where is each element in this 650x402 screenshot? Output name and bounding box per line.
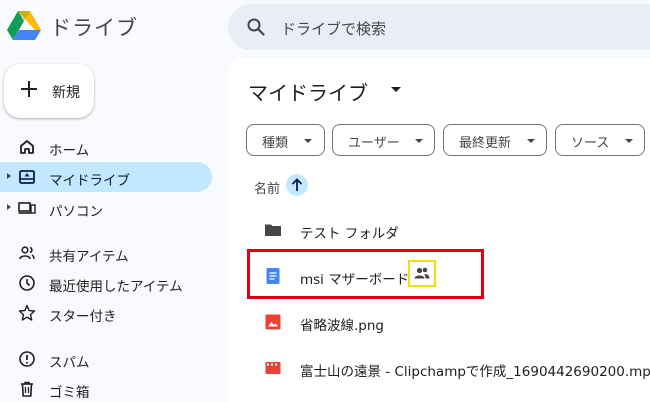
file-name: 省略波線.png [300,318,384,334]
trash-icon [21,381,33,397]
recent-icon [19,275,35,291]
sidebar-item-recent[interactable]: 最近使用したアイテム [0,268,212,298]
chevron-down-icon [415,139,423,143]
computers-icon [18,202,36,214]
sidebar-item-my-drive[interactable]: マイドライブ [0,162,212,192]
sidebar-item-home[interactable]: ホーム [0,132,212,162]
filter-chip-source[interactable]: ソース [555,124,645,156]
page-title[interactable]: マイドライブ [248,77,368,106]
sidebar-item-label: 最近使用したアイテム [49,279,183,295]
file-name: 富士山の遠景 - Clipchampで作成_1690442690200.mp4 [300,364,650,380]
sort-column-name[interactable]: 名前 [254,178,280,197]
file-name: テスト フォルダ [300,226,399,242]
filter-chip-label: ソース [571,136,610,151]
sidebar-item-label: マイドライブ [49,173,130,189]
sidebar-item-label: パソコン [49,204,103,220]
home-icon [20,140,34,154]
chevron-down-icon [304,139,312,143]
sidebar-item-label: スター付き [49,309,117,325]
chevron-down-icon [527,139,535,143]
my-drive-icon [19,170,35,184]
filter-chip-label: ユーザー [348,136,400,151]
filter-chip-label: 種類 [262,136,289,151]
title-dropdown-icon[interactable] [391,87,401,92]
sidebar-item-label: ホーム [49,143,90,159]
sidebar-item-starred[interactable]: スター付き [0,298,212,328]
search-input[interactable]: ドライブで検索 [281,18,386,39]
file-row[interactable]: テスト フォルダ [228,207,650,253]
file-row[interactable]: 富士山の遠景 - Clipchampで作成_1690442690200.mp4 [228,345,650,391]
top-bar: ドライブ ドライブで検索 [0,0,650,54]
sidebar-item-shared[interactable]: 共有アイテム [0,238,212,268]
star-icon [18,304,36,321]
app-title[interactable]: ドライブ [50,12,138,42]
new-button-label: 新規 [52,85,80,101]
drive-logo-icon[interactable] [6,9,42,41]
sidebar-item-spam[interactable]: スパム [0,344,212,374]
sidebar-item-label: スパム [49,355,90,371]
sidebar-item-computers[interactable]: パソコン [0,193,212,223]
image-file-icon [265,314,281,330]
sidebar-item-label: ゴミ箱 [49,385,90,401]
search-icon[interactable] [246,17,266,37]
filter-chip-type[interactable]: 種類 [246,124,325,156]
expand-caret-icon[interactable] [7,173,11,179]
sidebar-item-trash[interactable]: ゴミ箱 [0,374,212,402]
chevron-down-icon [625,139,633,143]
plus-icon [21,81,37,97]
new-button[interactable]: 新規 [4,64,94,118]
expand-caret-icon[interactable] [7,204,11,210]
main-panel: マイドライブ 種類 ユーザー 最終更新 ソース 名前 テスト フォルダ msi … [228,58,650,402]
sort-direction-button[interactable] [286,174,308,196]
arrow-up-icon [291,178,303,191]
search-bar[interactable]: ドライブで検索 [228,4,650,50]
file-row[interactable]: 省略波線.png [228,299,650,345]
shared-with-me-icon [19,246,35,260]
spam-icon [19,351,35,367]
sidebar-item-label: 共有アイテム [49,249,129,265]
video-file-icon [265,362,281,374]
folder-icon [265,224,281,236]
filter-chip-people[interactable]: ユーザー [332,124,435,156]
filter-chip-label: 最終更新 [459,136,512,151]
filter-chip-modified[interactable]: 最終更新 [443,124,547,156]
highlight-annotation-box [247,249,484,299]
